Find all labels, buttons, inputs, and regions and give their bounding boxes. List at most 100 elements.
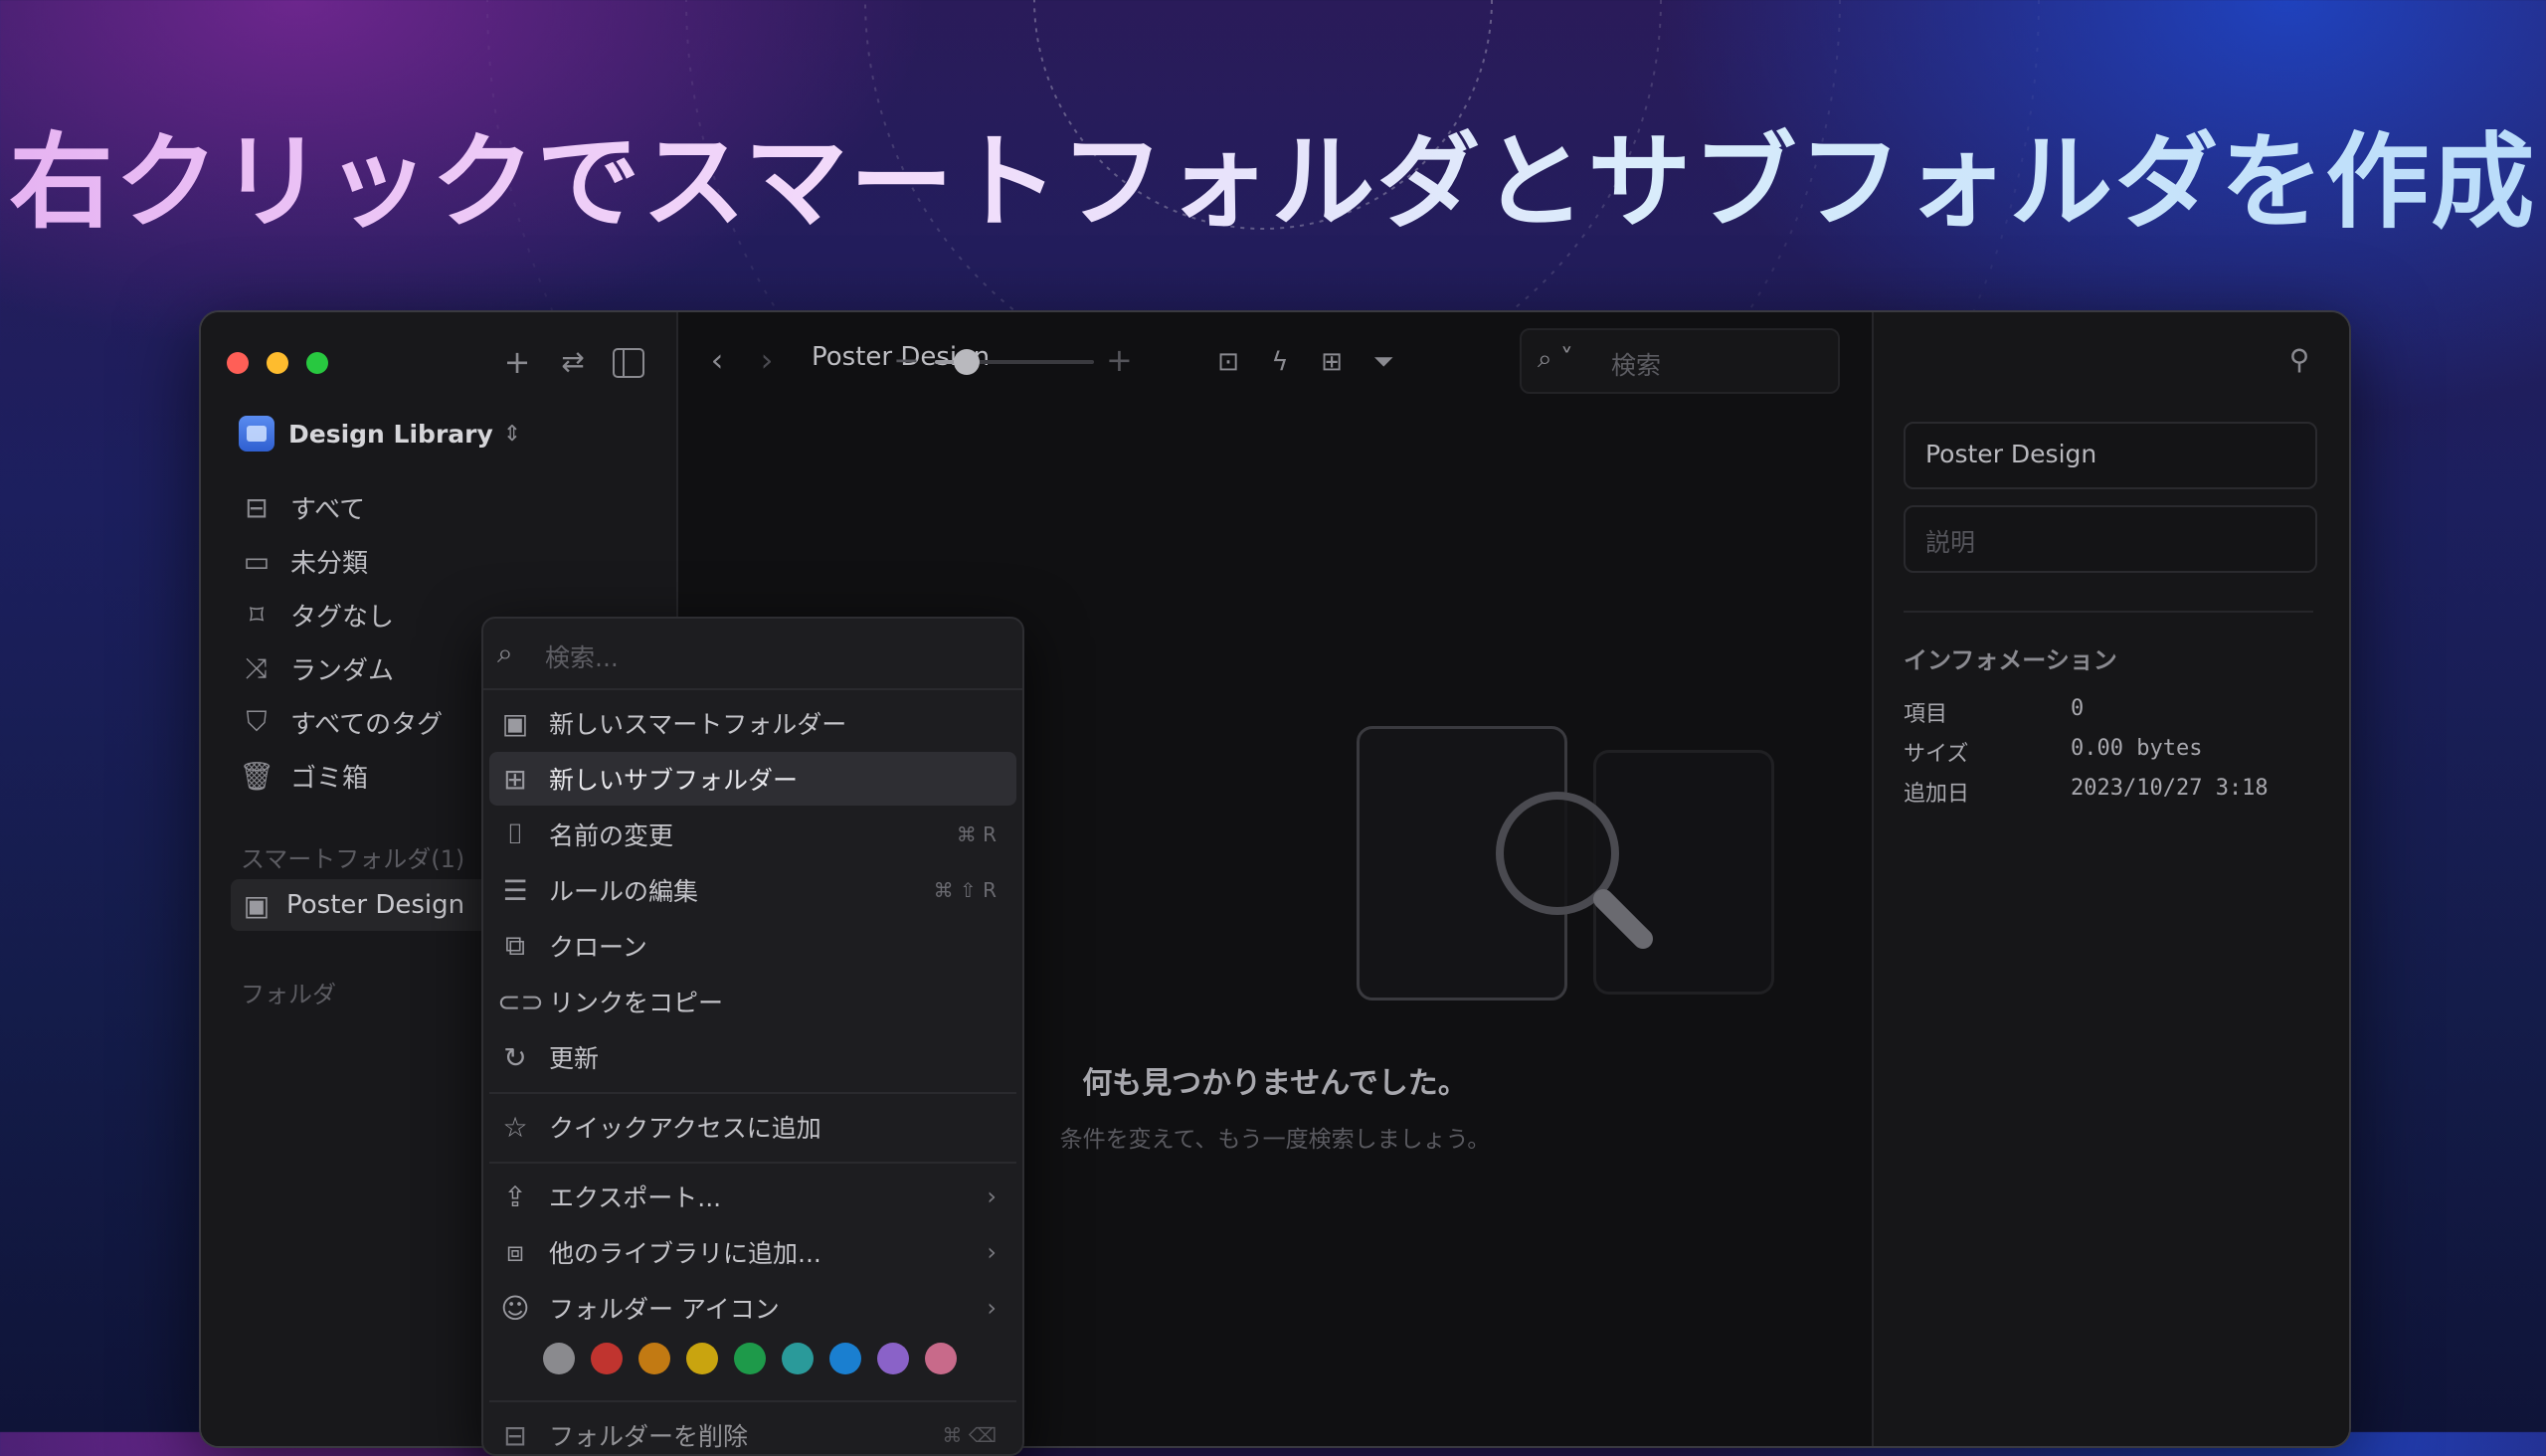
menu-search-placeholder: 検索... [545, 643, 619, 672]
bolt-icon[interactable]: ϟ [1263, 344, 1297, 380]
menu-item-export[interactable]: ⇪ エクスポート... › [489, 1170, 1016, 1223]
trash-icon: 🗑 [239, 759, 274, 793]
sidebar-item-untagged[interactable]: ⌑ タグなし [239, 591, 394, 638]
menu-search-input[interactable]: ⌕ 検索... [483, 619, 1022, 690]
forward-icon[interactable]: › [752, 342, 782, 378]
zoom-window-button[interactable] [306, 352, 328, 374]
library-switcher[interactable]: Design Library ⇕ [239, 412, 521, 455]
sliders-icon: ☰ [502, 873, 528, 907]
swap-icon[interactable]: ⇄ [555, 344, 591, 380]
menu-item-label: フォルダーを削除 [549, 1422, 749, 1451]
context-menu: ⌕ 検索... ▣ 新しいスマートフォルダー ⊞ 新しいサブフォルダー ⌷ 名前… [481, 617, 1024, 1456]
smart-folder-icon: ▣ [243, 888, 271, 922]
menu-item-label: 新しいスマートフォルダー [549, 710, 847, 739]
color-swatch-red[interactable] [591, 1343, 623, 1374]
menu-item-folder-icon[interactable]: ☺ フォルダー アイコン › [489, 1281, 1016, 1335]
search-icon: ⌕ [497, 637, 513, 669]
info-heading: インフォメーション [1904, 646, 2117, 674]
sidebar-item-trash[interactable]: 🗑 ゴミ箱 [239, 752, 368, 800]
menu-item-label: クイックアクセスに追加 [549, 1114, 821, 1143]
search-field[interactable]: ⌕ ˅ 検索 [1520, 328, 1840, 394]
description-field[interactable]: 説明 [1904, 505, 2317, 573]
chevron-right-icon: › [987, 1238, 997, 1266]
color-swatch-pink[interactable] [925, 1343, 957, 1374]
sidebar-item-label: Poster Design [286, 890, 465, 920]
sidebar-item-all[interactable]: ⊟ すべて [239, 483, 365, 531]
sidebar-item-poster-design[interactable]: ▣ Poster Design [231, 879, 489, 931]
inbox-icon: ⊟ [245, 490, 269, 524]
sidebar-item-label: ランダム [290, 655, 395, 686]
plus-icon[interactable]: + [499, 344, 535, 380]
sidebar-item-unclassified[interactable]: ▭ 未分類 [239, 537, 368, 585]
library-icon [239, 416, 274, 452]
menu-item-shortcut: ⌘ ⇧ R [933, 878, 997, 902]
sidebar-item-label: タグなし [290, 602, 395, 633]
color-swatch-teal[interactable] [782, 1343, 814, 1374]
info-key: 項目 [1904, 702, 1948, 727]
color-swatch-green[interactable] [734, 1343, 766, 1374]
menu-item-label: ルールの編集 [549, 877, 699, 906]
smart-folders-heading: スマートフォルダ(1) [241, 845, 465, 873]
color-swatch-gray[interactable] [543, 1343, 575, 1374]
menu-item-clone[interactable]: ⧉ クローン [489, 919, 1016, 973]
menu-item-label: 更新 [549, 1044, 600, 1073]
description-placeholder: 説明 [1925, 528, 1976, 557]
tag-off-icon: ⌑ [249, 598, 265, 632]
inspector-panel: ⚲ Poster Design 説明 インフォメーション 項目 0 サイズ 0.… [1872, 312, 2349, 1446]
library-add-icon: ⧈ [506, 1235, 524, 1268]
info-row-items: 項目 0 [1904, 696, 2321, 730]
name-field[interactable]: Poster Design [1904, 422, 2317, 489]
info-row-date-added: 追加日 2023/10/27 3:18 [1904, 776, 2321, 810]
layout-icon[interactable]: ⊞ [1315, 344, 1349, 380]
search-icon: ⌕ ˅ [1538, 344, 1573, 374]
back-icon[interactable]: ‹ [702, 342, 732, 378]
star-icon: ☆ [502, 1110, 528, 1144]
menu-item-shortcut: ⌘ ⌫ [942, 1423, 997, 1447]
menu-item-add-to-library[interactable]: ⧈ 他のライブラリに追加... › [489, 1225, 1016, 1279]
sidebar-item-label: すべて [290, 494, 366, 525]
chevron-right-icon: › [987, 1183, 997, 1210]
menu-item-label: 他のライブラリに追加... [549, 1239, 821, 1268]
color-swatch-blue[interactable] [829, 1343, 861, 1374]
sidebar-item-label: 未分類 [290, 548, 369, 579]
pin-icon[interactable]: ⚲ [2281, 342, 2317, 378]
smiley-icon: ☺ [500, 1291, 530, 1325]
color-swatch-yellow[interactable] [686, 1343, 718, 1374]
duplicate-icon: ⧉ [505, 929, 525, 962]
info-value: 2023/10/27 3:18 [2071, 776, 2269, 801]
menu-item-label: クローン [549, 933, 647, 962]
search-placeholder: 検索 [1611, 351, 1662, 380]
menu-item-edit-rules[interactable]: ☰ ルールの編集 ⌘ ⇧ R [489, 863, 1016, 917]
sidebar-toggle-icon[interactable] [613, 348, 644, 378]
smart-folder-add-icon: ▣ [501, 706, 529, 740]
info-value: 0.00 bytes [2071, 736, 2203, 761]
menu-item-quick-access[interactable]: ☆ クイックアクセスに追加 [489, 1100, 1016, 1154]
bookmark-icon: ⛉ [246, 705, 268, 738]
zoom-slider[interactable] [935, 349, 1094, 375]
menu-item-label: エクスポート... [549, 1183, 722, 1212]
filter-icon[interactable]: ⏷ [1366, 344, 1400, 380]
headline: 右クリックでスマートフォルダとサブフォルダを作成 [0, 117, 2546, 247]
color-swatch-orange[interactable] [638, 1343, 670, 1374]
minimize-window-button[interactable] [267, 352, 288, 374]
sidebar-item-all-tags[interactable]: ⛉ すべてのタグ [239, 698, 443, 746]
zoom-out-icon[interactable]: − [893, 342, 920, 378]
chevron-right-icon: › [987, 1294, 997, 1322]
menu-item-new-smart-folder[interactable]: ▣ 新しいスマートフォルダー [489, 696, 1016, 750]
close-window-button[interactable] [227, 352, 249, 374]
menu-item-rename[interactable]: ⌷ 名前の変更 ⌘ R [489, 808, 1016, 861]
menu-item-new-subfolder[interactable]: ⊞ 新しいサブフォルダー [489, 752, 1016, 806]
sidebar-item-random[interactable]: ⤨ ランダム [239, 644, 394, 692]
library-name: Design Library [288, 419, 493, 449]
menu-item-copy-link[interactable]: ⊂⊃ リンクをコピー [489, 975, 1016, 1028]
magnifier-icon [1496, 792, 1653, 949]
menu-item-label: フォルダー アイコン [549, 1295, 780, 1324]
menu-item-delete-folder[interactable]: ⊟ フォルダーを削除 ⌘ ⌫ [489, 1408, 1016, 1454]
info-key: サイズ [1904, 742, 1969, 767]
zoom-in-icon[interactable]: + [1106, 342, 1133, 378]
menu-separator [489, 1400, 1016, 1402]
menu-item-refresh[interactable]: ↻ 更新 [489, 1030, 1016, 1084]
terminal-icon[interactable]: ⊡ [1211, 344, 1245, 380]
zoom-slider-knob[interactable] [954, 349, 980, 375]
color-swatch-purple[interactable] [877, 1343, 909, 1374]
